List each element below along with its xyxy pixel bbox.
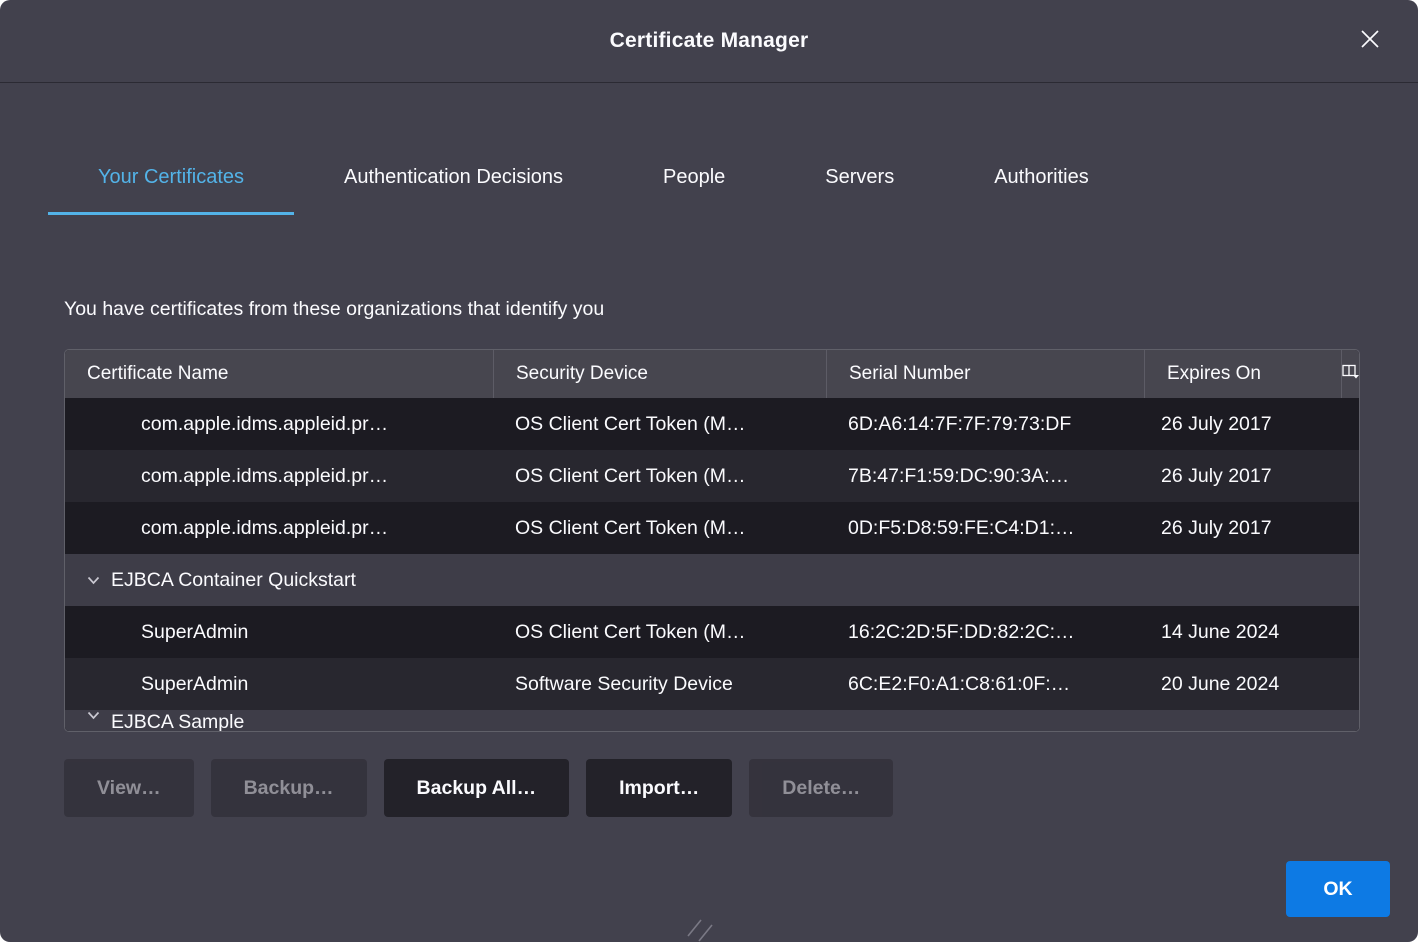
serial-number-cell: 6D:A6:14:7F:7F:79:73:DF (826, 413, 1144, 436)
security-device-cell: OS Client Cert Token (M… (493, 517, 826, 540)
tab-label: Authorities (994, 166, 1089, 188)
chevron-down-icon[interactable] (87, 711, 100, 720)
tab-label: Servers (825, 166, 894, 188)
description-text: You have certificates from these organiz… (64, 298, 1418, 320)
close-icon (1359, 28, 1381, 55)
expires-on-cell: 26 July 2017 (1144, 413, 1341, 436)
backup-button[interactable]: Backup… (211, 759, 367, 817)
ok-button[interactable]: OK (1286, 861, 1390, 917)
certificate-name-cell: com.apple.idms.appleid.pr… (65, 517, 493, 540)
serial-number-cell: 16:2C:2D:5F:DD:82:2C:… (826, 621, 1144, 644)
backup-all-button[interactable]: Backup All… (384, 759, 570, 817)
expires-on-cell: 26 July 2017 (1144, 465, 1341, 488)
action-button-label: Backup All… (417, 777, 537, 799)
dialog-title: Certificate Manager (610, 29, 809, 53)
certificate-manager-dialog: Certificate Manager Your Certificates Au… (0, 0, 1418, 942)
delete-button[interactable]: Delete… (749, 759, 893, 817)
certificate-name-cell: SuperAdmin (65, 621, 493, 644)
expires-on-cell: 14 June 2024 (1144, 621, 1341, 644)
serial-number-cell: 0D:F5:D8:59:FE:C4:D1:… (826, 517, 1144, 540)
security-device-cell: OS Client Cert Token (M… (493, 465, 826, 488)
import-button[interactable]: Import… (586, 759, 732, 817)
tab-label: People (663, 166, 725, 188)
tab-your-certificates[interactable]: Your Certificates (48, 164, 294, 215)
certificate-row[interactable]: com.apple.idms.appleid.pr… OS Client Cer… (65, 450, 1359, 502)
close-button[interactable] (1348, 0, 1392, 82)
cert-table-body: com.apple.idms.appleid.pr… OS Client Cer… (65, 398, 1359, 732)
group-row[interactable]: EJBCA Container Quickstart (65, 554, 1359, 606)
certificate-row[interactable]: SuperAdmin Software Security Device 6C:E… (65, 658, 1359, 710)
column-header-serial-number[interactable]: Serial Number (826, 350, 1144, 398)
tab-authentication-decisions[interactable]: Authentication Decisions (294, 164, 613, 215)
group-label: EJBCA Container Quickstart (111, 569, 356, 592)
expires-on-cell: 26 July 2017 (1144, 517, 1341, 540)
titlebar: Certificate Manager (0, 0, 1418, 83)
view-button[interactable]: View… (64, 759, 194, 817)
tabs: Your Certificates Authentication Decisio… (48, 164, 1418, 215)
serial-number-cell: 7B:47:F1:59:DC:90:3A:… (826, 465, 1144, 488)
action-button-label: Backup… (244, 777, 334, 799)
column-picker-icon (1342, 363, 1360, 385)
certificate-row[interactable]: com.apple.idms.appleid.pr… OS Client Cer… (65, 502, 1359, 554)
group-label: EJBCA Sample (111, 711, 244, 732)
tab-label: Your Certificates (98, 166, 244, 188)
cert-table-header: Certificate Name Security Device Serial … (65, 350, 1359, 398)
certificate-name-cell: SuperAdmin (65, 673, 493, 696)
action-button-label: View… (97, 777, 161, 799)
tab-servers[interactable]: Servers (775, 164, 944, 215)
column-header-certificate-name[interactable]: Certificate Name (65, 350, 493, 398)
certificate-name-cell: com.apple.idms.appleid.pr… (65, 413, 493, 436)
security-device-cell: OS Client Cert Token (M… (493, 621, 826, 644)
security-device-cell: OS Client Cert Token (M… (493, 413, 826, 436)
column-picker-button[interactable] (1341, 350, 1360, 398)
tab-label: Authentication Decisions (344, 166, 563, 188)
group-row[interactable]: EJBCA Sample (65, 710, 1359, 732)
expires-on-cell: 20 June 2024 (1144, 673, 1341, 696)
security-device-cell: Software Security Device (493, 673, 826, 696)
action-button-label: Delete… (782, 777, 860, 799)
column-header-security-device[interactable]: Security Device (493, 350, 826, 398)
serial-number-cell: 6C:E2:F0:A1:C8:61:0F:… (826, 673, 1144, 696)
action-button-label: Import… (619, 777, 699, 799)
tab-people[interactable]: People (613, 164, 775, 215)
certificate-row[interactable]: com.apple.idms.appleid.pr… OS Client Cer… (65, 398, 1359, 450)
column-header-expires-on[interactable]: Expires On (1144, 350, 1341, 398)
chevron-down-icon[interactable] (87, 576, 100, 585)
certificate-name-cell: com.apple.idms.appleid.pr… (65, 465, 493, 488)
cert-table: Certificate Name Security Device Serial … (64, 349, 1360, 732)
certificate-row[interactable]: SuperAdmin OS Client Cert Token (M… 16:2… (65, 606, 1359, 658)
tab-authorities[interactable]: Authorities (944, 164, 1139, 215)
action-buttons: View… Backup… Backup All… Import… Delete… (64, 759, 1418, 817)
resize-grip[interactable] (687, 919, 717, 942)
